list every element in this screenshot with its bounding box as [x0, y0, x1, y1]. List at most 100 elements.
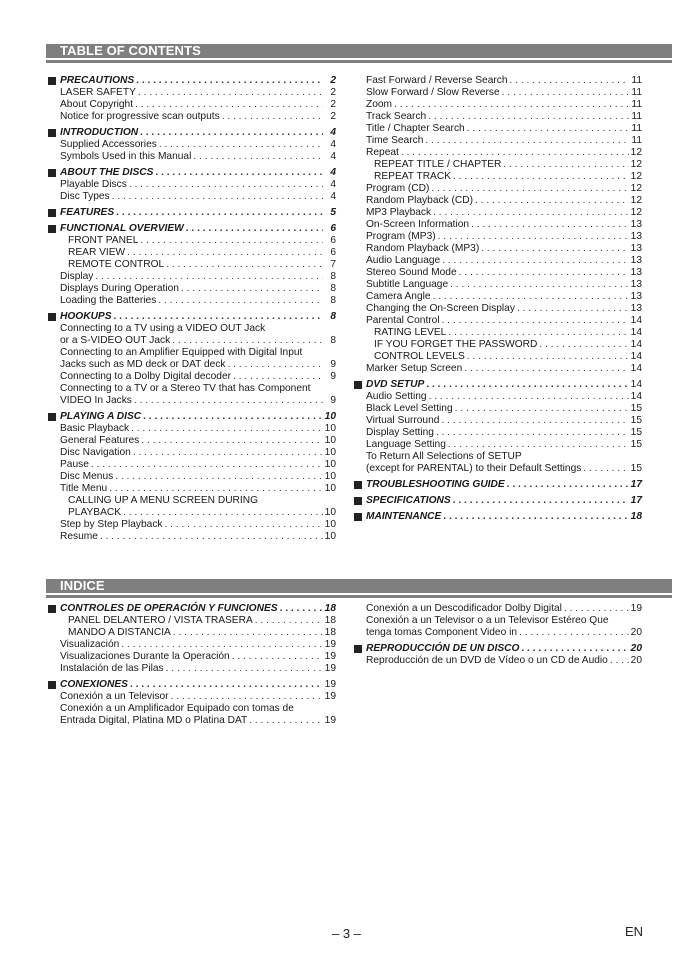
toc-entry[interactable]: About Copyright 2 — [46, 99, 336, 111]
dot-leader — [519, 627, 629, 639]
toc-entry[interactable]: Title Menu 10 — [46, 483, 336, 495]
toc-section-heading[interactable]: CONTROLES DE OPERACIÓN Y FUNCIONES 18 — [46, 603, 336, 615]
toc-entry[interactable]: (except for PARENTAL) to their Default S… — [352, 463, 642, 475]
toc-entry[interactable]: Visualizaciones Durante la Operación 19 — [46, 651, 336, 663]
toc-entry[interactable]: Audio Language 13 — [352, 255, 642, 267]
toc-entry[interactable]: LASER SAFETY 2 — [46, 87, 336, 99]
toc-entry[interactable]: Repeat 12 — [352, 147, 642, 159]
toc-entry[interactable]: Symbols Used in this Manual 4 — [46, 151, 336, 163]
toc-entry[interactable]: Playable Discs 4 — [46, 179, 336, 191]
toc-entry[interactable]: General Features 10 — [46, 435, 336, 447]
toc-subentry[interactable]: REMOTE CONTROL 7 — [46, 259, 336, 271]
toc-entry[interactable]: Audio Setting 14 — [352, 391, 642, 403]
toc-entry[interactable]: Supplied Accessories 4 — [46, 139, 336, 151]
toc-subentry[interactable]: CONTROL LEVELS 14 — [352, 351, 642, 363]
toc-section-heading[interactable]: INTRODUCTION 4 — [46, 127, 336, 139]
toc-entry[interactable]: Instalación de las Pilas 19 — [46, 663, 336, 675]
toc-entry[interactable]: or a S-VIDEO OUT Jack 8 — [46, 335, 336, 347]
toc-entry[interactable]: Random Playback (CD) 12 — [352, 195, 642, 207]
toc-section-heading[interactable]: PLAYING A DISC 10 — [46, 411, 336, 423]
toc-section-heading[interactable]: FEATURES 5 — [46, 207, 336, 219]
toc-entry[interactable]: Notice for progressive scan outputs 2 — [46, 111, 336, 123]
toc-section-heading[interactable]: HOOKUPS8 — [46, 311, 336, 323]
toc-entry[interactable]: Stereo Sound Mode 13 — [352, 267, 642, 279]
toc-entry[interactable]: Camera Angle 13 — [352, 291, 642, 303]
entry-title: Title / Chapter Search — [366, 123, 465, 134]
toc-entry[interactable]: Disc Menus 10 — [46, 471, 336, 483]
toc-entry[interactable]: Virtual Surround 15 — [352, 415, 642, 427]
toc-entry[interactable]: To Return All Selections of SETUP — [352, 451, 642, 463]
toc-entry[interactable]: Slow Forward / Slow Reverse 11 — [352, 87, 642, 99]
toc-entry[interactable]: Conexión a un Descodificador Dolby Digit… — [352, 603, 642, 615]
toc-entry[interactable]: Subtitle Language 13 — [352, 279, 642, 291]
toc-subentry[interactable]: REPEAT TITLE / CHAPTER 12 — [352, 159, 642, 171]
toc-entry[interactable]: Basic Playback 10 — [46, 423, 336, 435]
toc-subentry[interactable]: REAR VIEW 6 — [46, 247, 336, 259]
toc-entry[interactable]: Visualización 19 — [46, 639, 336, 651]
toc-subentry[interactable]: FRONT PANEL 6 — [46, 235, 336, 247]
toc-entry[interactable]: Conexión a un Televisor o a un Televisor… — [352, 615, 642, 627]
toc-entry[interactable]: Track Search 11 — [352, 111, 642, 123]
toc-entry[interactable]: Title / Chapter Search 11 — [352, 123, 642, 135]
dot-leader — [475, 195, 629, 207]
entry-page-number: 11 — [631, 87, 642, 98]
toc-entry[interactable]: Pause 10 — [46, 459, 336, 471]
dot-leader — [481, 243, 628, 255]
toc-entry[interactable]: Loading the Batteries 8 — [46, 295, 336, 307]
toc-entry[interactable]: MP3 Playback 12 — [352, 207, 642, 219]
toc-entry[interactable]: Jacks such as MD deck or DAT deck 9 — [46, 359, 336, 371]
toc-subentry[interactable]: PANEL DELANTERO / VISTA TRASERA 18 — [46, 615, 336, 627]
toc-entry[interactable]: Connecting to a TV or a Stereo TV that h… — [46, 383, 336, 395]
toc-subentry[interactable]: IF YOU FORGET THE PASSWORD 14 — [352, 339, 642, 351]
toc-entry[interactable]: Changing the On-Screen Display 13 — [352, 303, 642, 315]
toc-section-heading[interactable]: TROUBLESHOOTING GUIDE 17 — [352, 479, 642, 491]
toc-entry[interactable]: Display Setting 15 — [352, 427, 642, 439]
entry-page-number: 12 — [630, 147, 642, 158]
toc-entry[interactable]: Displays During Operation 8 — [46, 283, 336, 295]
toc-section-heading[interactable]: MAINTENANCE 18 — [352, 511, 642, 523]
toc-entry[interactable]: Reproducción de un DVD de Vídeo o un CD … — [352, 655, 642, 667]
toc-section-heading[interactable]: SPECIFICATIONS 17 — [352, 495, 642, 507]
toc-entry[interactable]: Entrada Digital, Platina MD o Platina DA… — [46, 715, 336, 727]
toc-entry[interactable]: Program (CD) 12 — [352, 183, 642, 195]
toc-entry[interactable]: Connecting to an Amplifier Equipped with… — [46, 347, 336, 359]
toc-entry[interactable]: Marker Setup Screen 14 — [352, 363, 642, 375]
toc-entry[interactable]: Black Level Setting 15 — [352, 403, 642, 415]
toc-entry[interactable]: Connecting to a Dolby Digital decoder 9 — [46, 371, 336, 383]
toc-entry[interactable]: Program (MP3) 13 — [352, 231, 642, 243]
dot-leader — [100, 531, 323, 543]
entry-title: Disc Types — [60, 191, 110, 202]
toc-section-heading[interactable]: REPRODUCCIÓN DE UN DISCO 20 — [352, 643, 642, 655]
toc-entry[interactable]: Random Playback (MP3) 13 — [352, 243, 642, 255]
toc-section-heading[interactable]: PRECAUTIONS 2 — [46, 75, 336, 87]
toc-entry[interactable]: Resume 10 — [46, 531, 336, 543]
toc-entry[interactable]: tenga tomas Component Video in 20 — [352, 627, 642, 639]
toc-entry[interactable]: Zoom 11 — [352, 99, 642, 111]
entry-title: Conexión a un Televisor o a un Televisor… — [366, 615, 609, 626]
toc-entry[interactable]: Display 8 — [46, 271, 336, 283]
toc-subentry[interactable]: PLAYBACK 10 — [46, 507, 336, 519]
toc-section-heading[interactable]: DVD SETUP 14 — [352, 379, 642, 391]
toc-entry[interactable]: Disc Types 4 — [46, 191, 336, 203]
toc-entry[interactable]: Language Setting 15 — [352, 439, 642, 451]
toc-subentry[interactable]: RATING LEVEL 14 — [352, 327, 642, 339]
dot-leader — [401, 147, 629, 159]
toc-entry[interactable]: Step by Step Playback 10 — [46, 519, 336, 531]
entry-page-number: 14 — [630, 315, 642, 326]
toc-subentry[interactable]: CALLING UP A MENU SCREEN DURING — [46, 495, 336, 507]
toc-entry[interactable]: VIDEO In Jacks 9 — [46, 395, 336, 407]
toc-entry[interactable]: Parental Control 14 — [352, 315, 642, 327]
toc-subentry[interactable]: REPEAT TRACK 12 — [352, 171, 642, 183]
toc-entry[interactable]: Conexión a un Amplificador Equipado con … — [46, 703, 336, 715]
entry-title: Subtitle Language — [366, 279, 449, 290]
toc-entry[interactable]: Fast Forward / Reverse Search 11 — [352, 75, 642, 87]
toc-entry[interactable]: Time Search 11 — [352, 135, 642, 147]
toc-subentry[interactable]: MANDO A DISTANCIA 18 — [46, 627, 336, 639]
toc-entry[interactable]: Disc Navigation 10 — [46, 447, 336, 459]
toc-entry[interactable]: On-Screen Information 13 — [352, 219, 642, 231]
toc-section-heading[interactable]: ABOUT THE DISCS 4 — [46, 167, 336, 179]
toc-entry[interactable]: Connecting to a TV using a VIDEO OUT Jac… — [46, 323, 336, 335]
toc-section-heading[interactable]: FUNCTIONAL OVERVIEW 6 — [46, 223, 336, 235]
toc-entry[interactable]: Conexión a un Televisor 19 — [46, 691, 336, 703]
toc-section-heading[interactable]: CONEXIONES 19 — [46, 679, 336, 691]
